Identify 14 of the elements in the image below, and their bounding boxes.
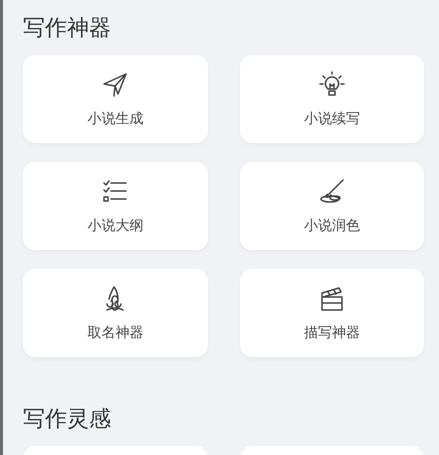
tool-label: 描写神器 <box>304 322 360 342</box>
tool-label: 小说大纲 <box>87 216 144 234</box>
tool-card[interactable]: 描写神器 <box>240 269 424 357</box>
tool-card[interactable]: 小说续写 <box>240 55 424 143</box>
tool-card[interactable]: 小说生成 <box>23 55 208 143</box>
tool-card[interactable]: 小说润色 <box>240 162 424 250</box>
tool-card[interactable]: 取名神器 <box>23 269 208 357</box>
tool-label: 小说润色 <box>304 216 360 234</box>
tool-card[interactable]: 小说大纲 <box>23 162 208 250</box>
section-title: 写作灵感 <box>23 405 112 433</box>
tool-label: 取名神器 <box>87 322 144 342</box>
section-title: 写作神器 <box>23 14 112 42</box>
tool-label: 小说续写 <box>304 108 360 128</box>
tool-label: 小说生成 <box>87 108 144 128</box>
